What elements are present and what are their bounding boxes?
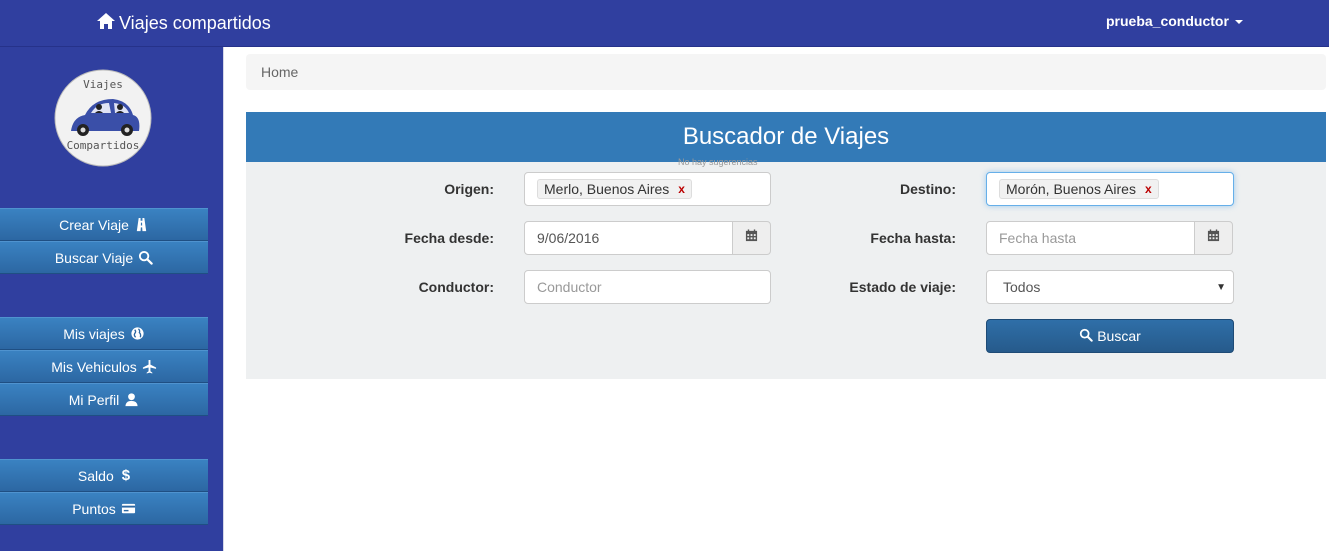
trip-search-panel: Buscador de Viajes No hay sugerencias Or… xyxy=(246,112,1326,379)
search-icon xyxy=(138,250,153,265)
sidebar-item-label: Mis viajes xyxy=(63,325,125,342)
caret-down-icon xyxy=(1234,20,1243,24)
breadcrumb-home[interactable]: Home xyxy=(261,64,298,80)
user-menu-dropdown[interactable]: prueba_conductor xyxy=(1106,13,1243,29)
sidebar-item-label: Crear Viaje xyxy=(59,216,129,233)
origen-tag: Merlo, Buenos Aires x xyxy=(537,179,692,199)
destino-input[interactable]: Morón, Buenos Aires x xyxy=(986,172,1234,206)
estado-viaje-select[interactable]: Todos ▼ xyxy=(986,270,1234,304)
sidebar-item-label: Mi Perfil xyxy=(68,391,120,408)
sidebar-item-mis-viajes[interactable]: Mis viajes xyxy=(0,317,208,350)
fecha-desde-input[interactable]: 9/06/2016 xyxy=(524,221,733,255)
sidebar-item-label: Saldo xyxy=(77,467,114,484)
svg-text:Compartidos: Compartidos xyxy=(67,139,140,152)
sidebar: Viajes Compartidos Crear Viaje Buscar Vi… xyxy=(0,47,224,551)
brand-title: Viajes compartidos xyxy=(119,13,271,33)
road-icon xyxy=(134,217,149,232)
sidebar-item-label: Buscar Viaje xyxy=(54,249,134,266)
fecha-desde-label: Fecha desde: xyxy=(404,230,494,246)
nav-group-account: Mis viajes Mis Vehiculos Mi Perfil xyxy=(0,317,208,416)
sidebar-item-mi-perfil[interactable]: Mi Perfil xyxy=(0,383,208,416)
destino-label: Destino: xyxy=(900,181,956,197)
sidebar-item-puntos[interactable]: Puntos xyxy=(0,492,208,525)
fecha-hasta-label: Fecha hasta: xyxy=(870,230,956,246)
globe-icon xyxy=(130,326,145,341)
fecha-hasta-placeholder: Fecha hasta xyxy=(999,230,1077,246)
plane-icon xyxy=(142,359,157,374)
top-navbar: Viajes compartidos prueba_conductor xyxy=(0,0,1329,47)
fecha-desde-value: 9/06/2016 xyxy=(537,230,600,246)
panel-title: Buscador de Viajes xyxy=(246,112,1326,162)
calendar-icon xyxy=(1207,229,1220,247)
buscar-button[interactable]: Buscar xyxy=(986,319,1234,353)
conductor-input[interactable]: Conductor xyxy=(524,270,771,304)
sidebar-item-buscar-viaje[interactable]: Buscar Viaje xyxy=(0,241,208,274)
app-logo: Viajes Compartidos xyxy=(53,69,153,167)
origen-tag-text: Merlo, Buenos Aires xyxy=(544,181,670,197)
select-arrow-icon: ▼ xyxy=(1216,282,1226,293)
estado-viaje-value: Todos xyxy=(1003,279,1041,295)
dollar-icon: $ xyxy=(121,467,131,484)
fecha-hasta-input[interactable]: Fecha hasta xyxy=(986,221,1195,255)
estado-viaje-label: Estado de viaje: xyxy=(849,279,956,295)
destino-tag-text: Morón, Buenos Aires xyxy=(1006,181,1136,197)
search-icon xyxy=(1079,328,1097,345)
sidebar-item-saldo[interactable]: Saldo $ xyxy=(0,459,208,492)
conductor-label: Conductor: xyxy=(418,279,494,295)
home-icon xyxy=(96,11,119,36)
breadcrumb: Home xyxy=(246,54,1326,90)
nav-group-balance: Saldo $ Puntos xyxy=(0,459,208,525)
nav-group-trips: Crear Viaje Buscar Viaje xyxy=(0,208,208,274)
conductor-placeholder: Conductor xyxy=(537,279,602,295)
sidebar-item-label: Mis Vehiculos xyxy=(51,358,137,375)
user-icon xyxy=(124,392,139,407)
origen-input[interactable]: Merlo, Buenos Aires x xyxy=(524,172,771,206)
suggestions-hint: No hay sugerencias xyxy=(678,157,758,167)
origen-label: Origen: xyxy=(444,181,494,197)
sidebar-item-mis-vehiculos[interactable]: Mis Vehiculos xyxy=(0,350,208,383)
username: prueba_conductor xyxy=(1106,13,1229,29)
buscar-label: Buscar xyxy=(1097,328,1141,344)
credit-card-icon xyxy=(121,501,136,516)
remove-origen-tag-button[interactable]: x xyxy=(678,182,685,196)
sidebar-item-label: Puntos xyxy=(72,500,116,517)
brand-link[interactable]: Viajes compartidos xyxy=(96,11,271,36)
sidebar-item-crear-viaje[interactable]: Crear Viaje xyxy=(0,208,208,241)
remove-destino-tag-button[interactable]: x xyxy=(1145,182,1152,196)
fecha-hasta-calendar-button[interactable] xyxy=(1194,221,1233,255)
destino-tag: Morón, Buenos Aires x xyxy=(999,179,1159,199)
svg-text:Viajes: Viajes xyxy=(83,78,123,91)
